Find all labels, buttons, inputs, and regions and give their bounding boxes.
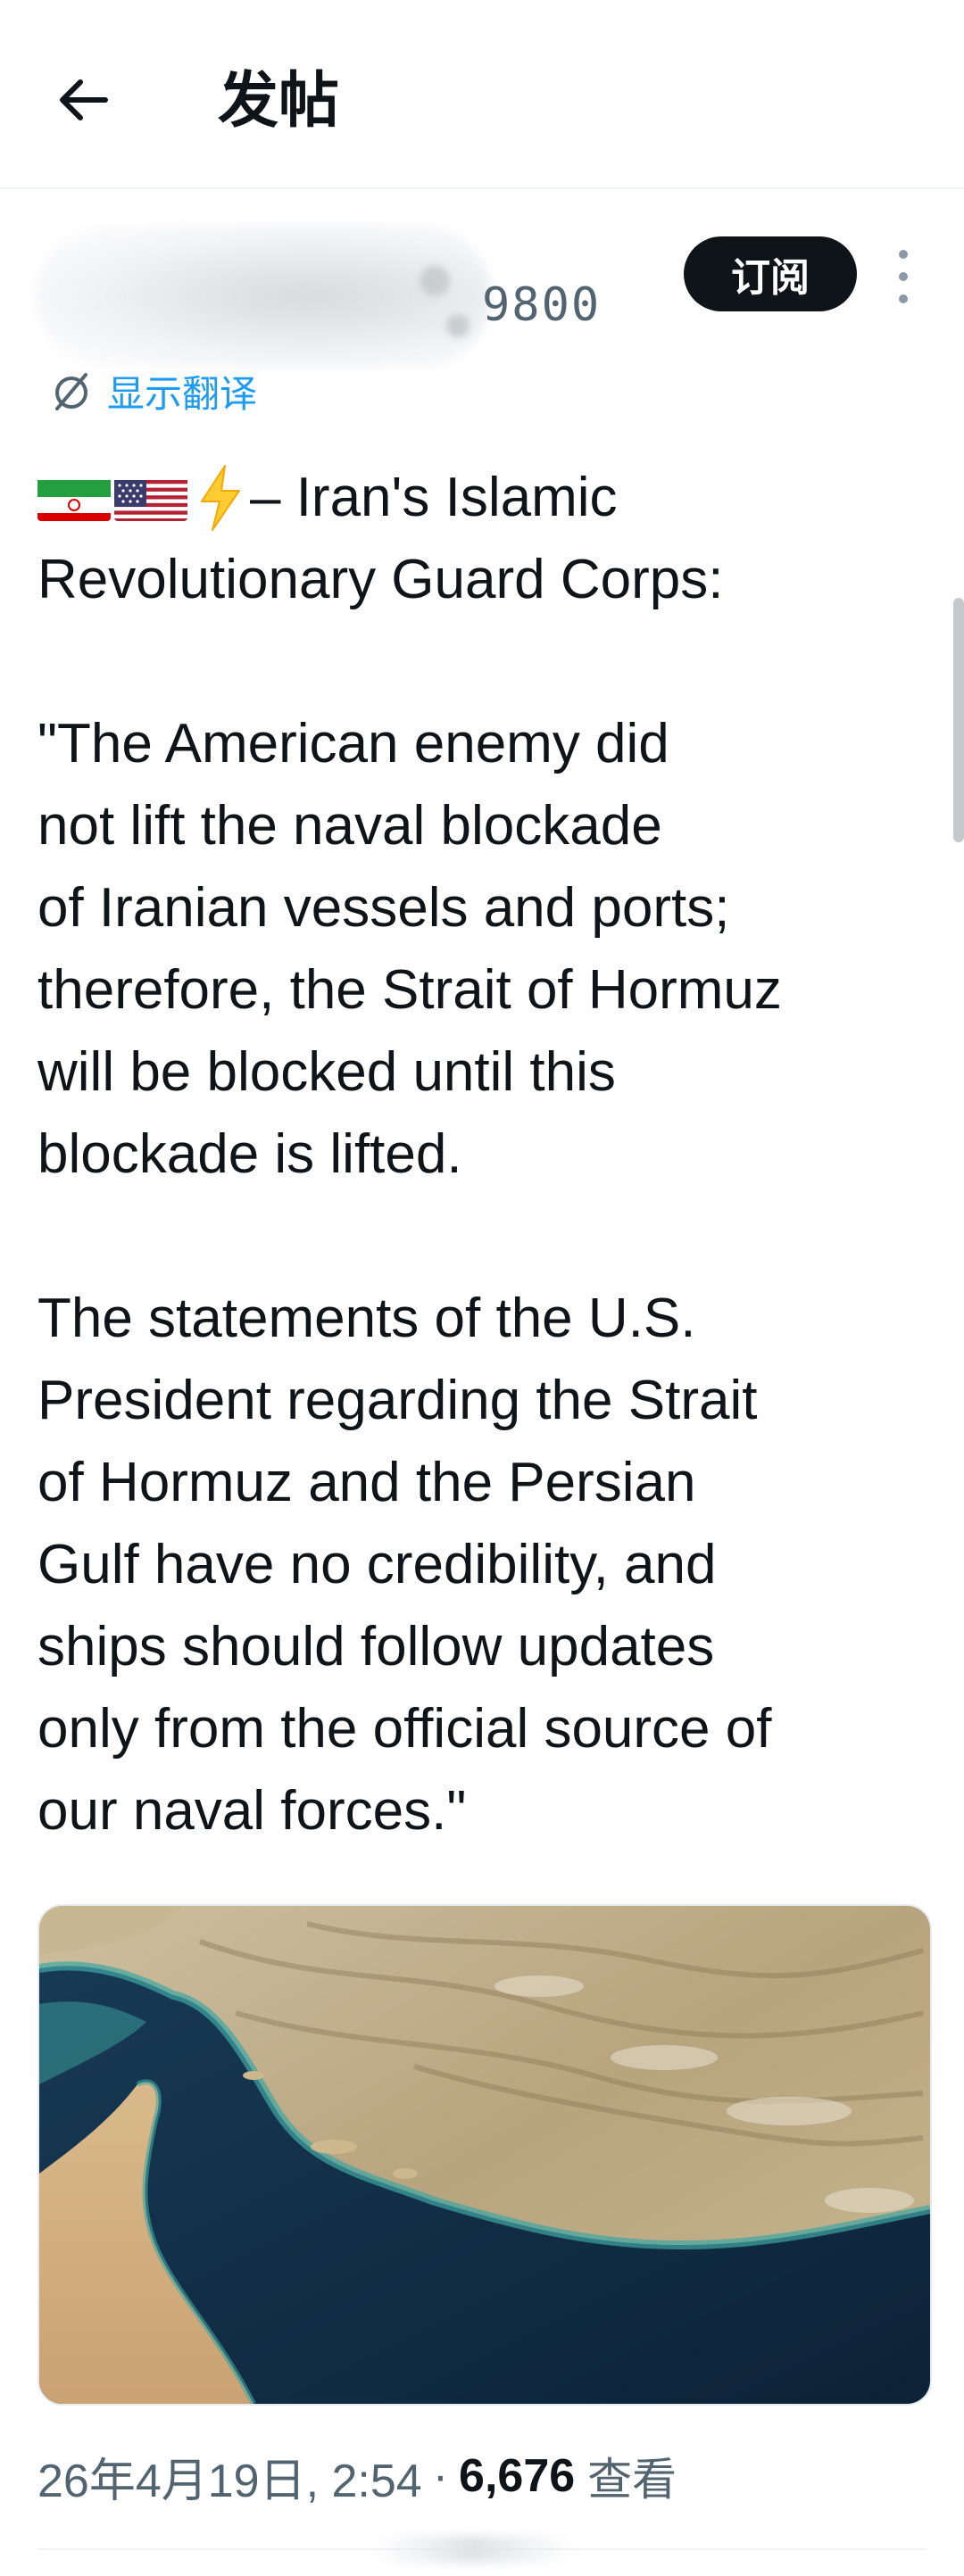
post-text-line: our naval forces." xyxy=(37,1780,467,1842)
page-title: 发帖 xyxy=(218,66,340,137)
views-count: 6,676 xyxy=(459,2450,576,2502)
post-text-line: The statements of the U.S. xyxy=(37,1288,696,1349)
meta-separator: · xyxy=(432,2450,449,2502)
post-text: – Iran's Islamic Revolutionary Guard Cor… xyxy=(37,457,939,1852)
redaction-speck xyxy=(446,314,470,337)
post-meta: 26年4月19日, 2:54 · 6,676 查看 xyxy=(37,2445,677,2507)
author-handle: 9800 xyxy=(482,278,602,332)
us-flag-icon xyxy=(114,471,187,521)
post-text-line: – Iran's Islamic xyxy=(250,467,618,528)
post-text-line: ships should follow updates xyxy=(37,1616,715,1677)
post-text-line: only from the official source of xyxy=(37,1698,772,1760)
back-button[interactable] xyxy=(46,62,121,137)
satellite-image-strait-of-hormuz[interactable] xyxy=(37,1904,932,2406)
show-translation-label: 显示翻译 xyxy=(107,371,258,416)
translate-slash-icon xyxy=(55,373,87,410)
show-translation-link[interactable]: 显示翻译 xyxy=(50,364,257,418)
author-row: 9800 订阅 显示翻译 xyxy=(0,189,964,421)
post-text-line: Gulf have no credibility, and xyxy=(37,1534,717,1595)
arrow-left-icon xyxy=(60,79,108,120)
post-text-line: will be blocked until this xyxy=(37,1041,616,1103)
post-text-line: therefore, the Strait of Hormuz xyxy=(37,959,782,1021)
more-vertical-icon-dot xyxy=(899,294,908,303)
scrollbar[interactable] xyxy=(953,598,964,842)
post-text-line: President regarding the Strait xyxy=(37,1370,758,1431)
views-label: 查看 xyxy=(587,2454,677,2506)
more-vertical-icon-dot xyxy=(899,272,908,281)
post-text-line: of Iranian vessels and ports; xyxy=(37,877,730,939)
redacted-author-name[interactable] xyxy=(36,225,491,368)
top-app-bar: 发帖 xyxy=(0,0,964,189)
post-timestamp[interactable]: 26年4月19日, 2:54 xyxy=(37,2443,422,2510)
post-text-line: Revolutionary Guard Corps: xyxy=(37,549,724,610)
post-text-line: not lift the naval blockade xyxy=(37,795,662,857)
redaction-speck xyxy=(420,266,450,296)
more-vertical-icon xyxy=(899,250,908,259)
post-text-line: "The American enemy did xyxy=(37,713,669,774)
post-line-1: – Iran's Islamic xyxy=(37,457,939,539)
more-options-button[interactable] xyxy=(884,243,923,311)
post-text-line: blockade is lifted. xyxy=(37,1123,462,1185)
redaction-smudge xyxy=(375,2536,571,2563)
lightning-icon xyxy=(195,464,246,532)
subscribe-button[interactable]: 订阅 xyxy=(684,236,857,311)
iran-flag-icon xyxy=(37,471,111,521)
post-detail-screen: 发帖 9800 订阅 显示翻译 – Iran's Islamic Revolut… xyxy=(0,0,964,2576)
post-text-line: of Hormuz and the Persian xyxy=(37,1452,696,1513)
